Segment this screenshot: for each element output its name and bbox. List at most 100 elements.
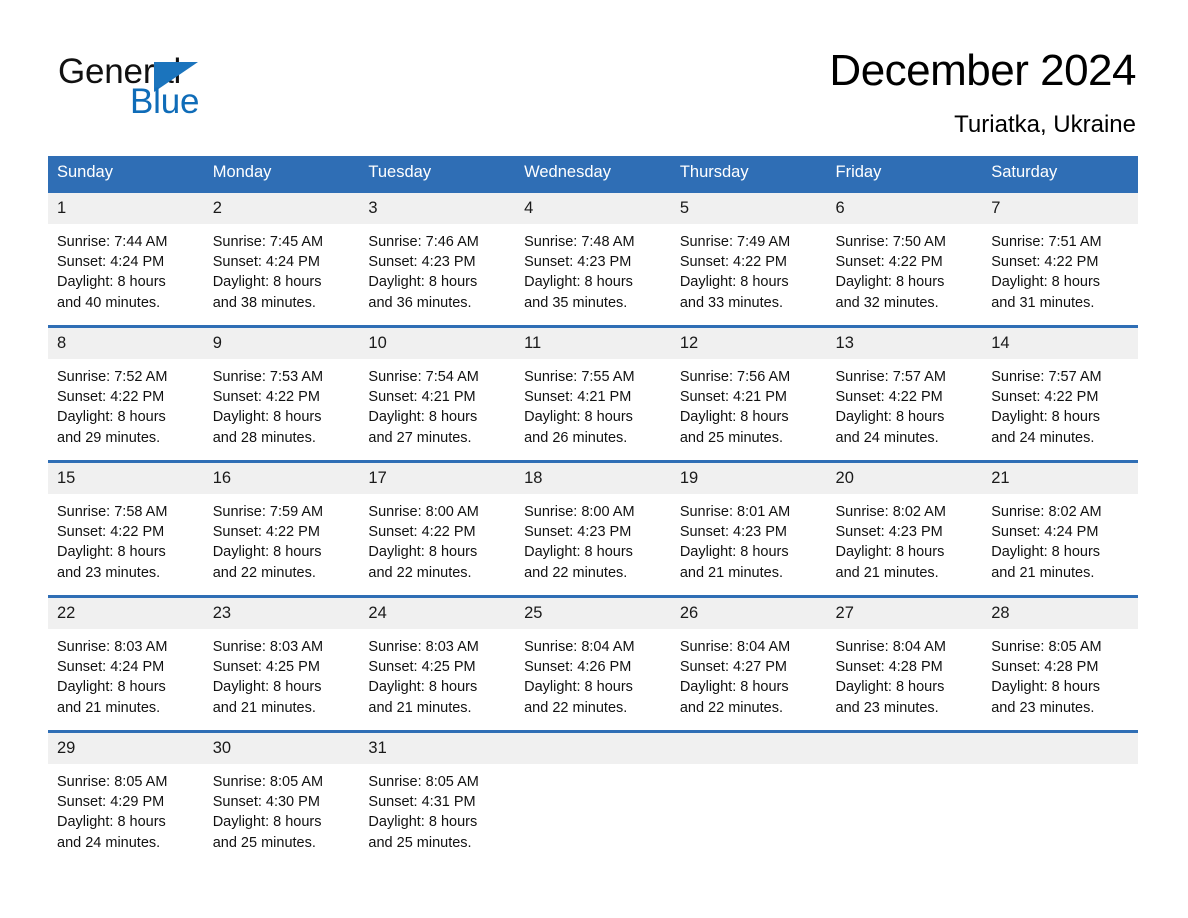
day-number: 30 [203, 733, 360, 764]
sunset-text: Sunset: 4:22 PM [835, 389, 943, 406]
sunrise-text: Sunrise: 7:51 AM [991, 234, 1102, 250]
sunset-text: Sunset: 4:28 PM [991, 659, 1099, 676]
day-number [670, 733, 827, 764]
calendar-day-cell[interactable]: 31 Sunrise: 8:05 AM Sunset: 4:31 PM Dayligh… [359, 730, 516, 865]
calendar-day-cell[interactable]: 23 Sunrise: 8:03 AM Sunset: 4:25 PM Dayligh… [203, 595, 360, 732]
location-subtitle: Turiatka, Ukraine [954, 111, 1136, 138]
calendar-day-cell[interactable]: 2 Sunrise: 7:45 AM Sunset: 4:24 PM Daylight… [203, 190, 360, 327]
calendar-day-cell[interactable]: 9 Sunrise: 7:53 AM Sunset: 4:22 PM Daylight… [203, 325, 360, 462]
sunrise-text: Sunrise: 8:02 AM [991, 504, 1102, 520]
calendar-day-cell[interactable]: 26 Sunrise: 8:04 AM Sunset: 4:27 PM Dayligh… [670, 595, 827, 732]
sunset-text: Sunset: 4:23 PM [679, 524, 788, 541]
daylight-text-line1: Daylight: 8 hours [835, 544, 945, 561]
sunset-text: Sunset: 4:23 PM [524, 254, 632, 271]
day-details: Sunrise: 7:53 AM Sunset: 4:22 PM Daylight:… [204, 359, 360, 448]
daylight-text-line1: Daylight: 8 hours [835, 409, 945, 426]
daylight-text-line2: and 23 minutes. [835, 699, 939, 716]
calendar-day-cell[interactable]: 30 Sunrise: 8:05 AM Sunset: 4:30 PM Dayligh… [203, 730, 360, 865]
daylight-text-line1: Daylight: 8 hours [679, 544, 789, 561]
day-number: 11 [515, 328, 671, 359]
day-number: 27 [826, 598, 983, 629]
calendar-day-cell[interactable]: 27 Sunrise: 8:04 AM Sunset: 4:28 PM Dayligh… [826, 595, 983, 732]
calendar-day-cell[interactable]: 11 Sunrise: 7:55 AM Sunset: 4:21 PM Dayligh… [515, 325, 671, 462]
day-details: Sunrise: 7:59 AM Sunset: 4:22 PM Daylight:… [204, 494, 360, 583]
day-number: 5 [670, 193, 827, 224]
daylight-text-line2: and 23 minutes. [57, 564, 161, 581]
calendar-day-cell-empty [826, 730, 983, 865]
calendar-day-cell[interactable]: 15 Sunrise: 7:58 AM Sunset: 4:22 PM Dayligh… [48, 460, 204, 597]
sunrise-text: Sunrise: 8:05 AM [57, 774, 168, 790]
sunset-text: Sunset: 4:24 PM [212, 254, 320, 271]
calendar-day-cell[interactable]: 4 Sunrise: 7:48 AM Sunset: 4:23 PM Daylight… [515, 190, 671, 327]
calendar-day-cell[interactable]: 14 Sunrise: 7:57 AM Sunset: 4:22 PM Dayligh… [982, 325, 1138, 462]
day-number: 12 [670, 328, 827, 359]
calendar-day-cell[interactable]: 3 Sunrise: 7:46 AM Sunset: 4:23 PM Daylight… [359, 190, 516, 327]
day-details: Sunrise: 7:48 AM Sunset: 4:23 PM Daylight:… [515, 224, 671, 313]
day-details: Sunrise: 7:52 AM Sunset: 4:22 PM Daylight:… [48, 359, 204, 448]
sunrise-text: Sunrise: 7:44 AM [57, 234, 168, 250]
calendar-day-cell[interactable]: 8 Sunrise: 7:52 AM Sunset: 4:22 PM Daylight… [48, 325, 204, 462]
day-details: Sunrise: 8:00 AM Sunset: 4:23 PM Daylight:… [515, 494, 671, 583]
day-details: Sunrise: 7:57 AM Sunset: 4:22 PM Daylight:… [982, 359, 1138, 448]
calendar-day-cell[interactable]: 29 Sunrise: 8:05 AM Sunset: 4:29 PM Dayligh… [48, 730, 204, 865]
sunrise-text: Sunrise: 7:53 AM [212, 369, 324, 385]
sunset-text: Sunset: 4:21 PM [368, 389, 476, 406]
daylight-text-line2: and 21 minutes. [835, 564, 939, 581]
day-details: Sunrise: 7:49 AM Sunset: 4:22 PM Daylight:… [671, 224, 827, 313]
daylight-text-line1: Daylight: 8 hours [679, 679, 789, 696]
calendar-day-cell[interactable]: 17 Sunrise: 8:00 AM Sunset: 4:22 PM Dayligh… [359, 460, 516, 597]
sunset-text: Sunset: 4:22 PM [212, 389, 320, 406]
daylight-text-line1: Daylight: 8 hours [57, 814, 166, 831]
calendar-day-cell[interactable]: 19 Sunrise: 8:01 AM Sunset: 4:23 PM Dayligh… [670, 460, 827, 597]
day-number: 8 [48, 328, 204, 359]
sunrise-text: Sunrise: 7:48 AM [524, 234, 635, 250]
daylight-text-line1: Daylight: 8 hours [524, 679, 633, 696]
day-number [982, 733, 1138, 764]
sunset-text: Sunset: 4:22 PM [212, 524, 320, 541]
calendar-day-cell[interactable]: 20 Sunrise: 8:02 AM Sunset: 4:23 PM Dayligh… [826, 460, 983, 597]
sunset-text: Sunset: 4:24 PM [57, 659, 165, 676]
calendar-day-cell[interactable]: 18 Sunrise: 8:00 AM Sunset: 4:23 PM Dayligh… [515, 460, 671, 597]
daylight-text-line2: and 25 minutes. [212, 834, 316, 851]
calendar-day-cell[interactable]: 6 Sunrise: 7:50 AM Sunset: 4:22 PM Daylight… [826, 190, 983, 327]
calendar-day-cell[interactable]: 1 Sunrise: 7:44 AM Sunset: 4:24 PM Daylight… [48, 190, 204, 327]
day-number: 28 [982, 598, 1138, 629]
calendar-day-cell[interactable]: 10 Sunrise: 7:54 AM Sunset: 4:21 PM Dayligh… [359, 325, 516, 462]
calendar-day-cell[interactable]: 24 Sunrise: 8:03 AM Sunset: 4:25 PM Dayligh… [359, 595, 516, 732]
day-details: Sunrise: 8:05 AM Sunset: 4:30 PM Daylight:… [204, 764, 360, 853]
sunset-text: Sunset: 4:30 PM [212, 794, 320, 811]
sunset-text: Sunset: 4:24 PM [991, 524, 1099, 541]
day-details: Sunrise: 8:03 AM Sunset: 4:24 PM Daylight:… [48, 629, 204, 718]
sunrise-text: Sunrise: 7:55 AM [524, 369, 635, 385]
sunset-text: Sunset: 4:26 PM [524, 659, 632, 676]
daylight-text-line2: and 35 minutes. [524, 294, 628, 311]
day-details: Sunrise: 7:45 AM Sunset: 4:24 PM Daylight:… [204, 224, 360, 313]
sunrise-text: Sunrise: 8:05 AM [991, 639, 1102, 655]
day-number: 29 [48, 733, 204, 764]
calendar-day-cell[interactable]: 12 Sunrise: 7:56 AM Sunset: 4:21 PM Dayligh… [670, 325, 827, 462]
calendar-day-cell[interactable]: 5 Sunrise: 7:49 AM Sunset: 4:22 PM Daylight… [670, 190, 827, 327]
day-details: Sunrise: 8:01 AM Sunset: 4:23 PM Daylight:… [671, 494, 827, 583]
weekday-header-thursday: Thursday [670, 156, 827, 192]
calendar-day-cell[interactable]: 22 Sunrise: 8:03 AM Sunset: 4:24 PM Dayligh… [48, 595, 204, 732]
day-number: 26 [670, 598, 827, 629]
daylight-text-line1: Daylight: 8 hours [57, 409, 166, 426]
daylight-text-line2: and 23 minutes. [991, 699, 1095, 716]
sunrise-text: Sunrise: 7:49 AM [679, 234, 791, 250]
calendar-day-cell[interactable]: 13 Sunrise: 7:57 AM Sunset: 4:22 PM Dayligh… [826, 325, 983, 462]
calendar-day-cell[interactable]: 16 Sunrise: 7:59 AM Sunset: 4:22 PM Dayligh… [203, 460, 360, 597]
day-number: 31 [359, 733, 516, 764]
daylight-text-line1: Daylight: 8 hours [212, 409, 322, 426]
calendar-day-cell[interactable]: 21 Sunrise: 8:02 AM Sunset: 4:24 PM Dayligh… [982, 460, 1138, 597]
calendar-day-cell[interactable]: 25 Sunrise: 8:04 AM Sunset: 4:26 PM Dayligh… [515, 595, 671, 732]
calendar-day-cell[interactable]: 7 Sunrise: 7:51 AM Sunset: 4:22 PM Daylight… [982, 190, 1138, 327]
daylight-text-line1: Daylight: 8 hours [991, 274, 1101, 291]
day-details: Sunrise: 8:04 AM Sunset: 4:26 PM Daylight:… [515, 629, 671, 718]
day-number: 20 [826, 463, 983, 494]
calendar-day-cell[interactable]: 28 Sunrise: 8:05 AM Sunset: 4:28 PM Dayligh… [982, 595, 1138, 732]
sunset-text: Sunset: 4:22 PM [835, 254, 943, 271]
daylight-text-line1: Daylight: 8 hours [991, 544, 1101, 561]
masthead: General Blue December 2024 Turiatka, Ukr… [0, 0, 1188, 150]
calendar-week-row: 1 Sunrise: 7:44 AM Sunset: 4:24 PM Daylight… [48, 190, 1138, 327]
general-blue-logo[interactable]: General Blue [58, 52, 298, 128]
